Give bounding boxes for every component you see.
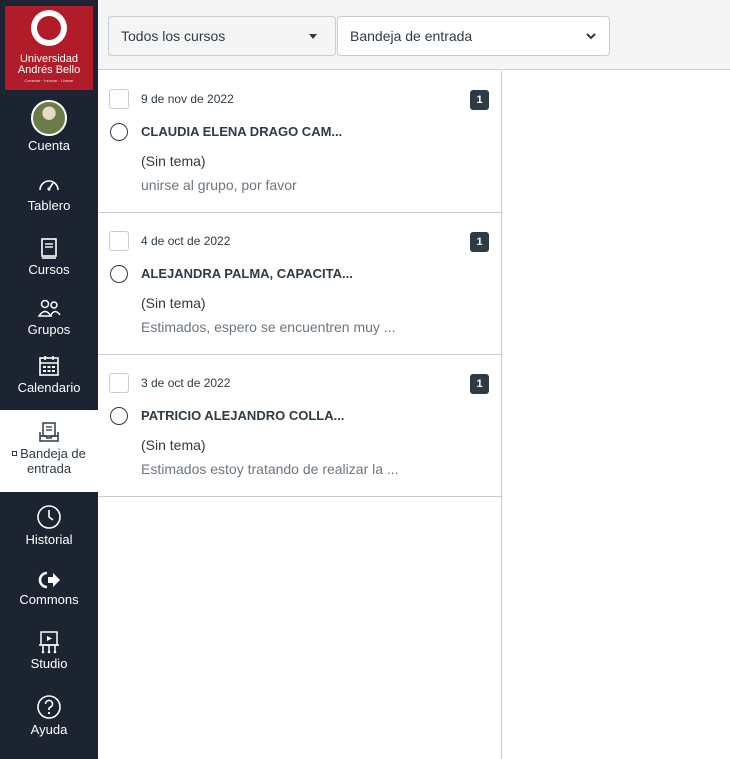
nav-item-calendario[interactable]: Calendario	[0, 354, 98, 395]
message-sender: CLAUDIA ELENA DRAGO CAM...	[141, 124, 343, 139]
nav-item-bandeja-de-entrada[interactable]: Bandeja de entrada	[0, 410, 98, 492]
nav-item-studio[interactable]: Studio	[0, 630, 98, 671]
message-sender: ALEJANDRA PALMA, CAPACITA...	[141, 266, 353, 281]
caret-down-icon	[309, 34, 317, 39]
message-date: 3 de oct de 2022	[141, 376, 231, 390]
help-icon	[37, 695, 61, 719]
message-date: 4 de oct de 2022	[141, 234, 231, 248]
logo-line2: Andrés Bello	[17, 64, 81, 76]
select-checkbox[interactable]	[109, 89, 129, 109]
nav-item-label: Studio	[30, 656, 68, 671]
nav-item-tablero[interactable]: Tablero	[0, 174, 98, 213]
nav-item-label: Bandeja de	[20, 446, 86, 461]
groups-icon	[37, 299, 61, 317]
message-count-badge: 1	[470, 232, 489, 252]
nav-item-label: Cursos	[28, 262, 70, 277]
message-preview: Estimados estoy tratando de realizar la …	[141, 461, 399, 477]
message-count-badge: 1	[470, 90, 489, 110]
message-item[interactable]: 3 de oct de 2022 1 PATRICIO ALEJANDRO CO…	[98, 355, 502, 497]
nav-item-label: Cuenta	[28, 138, 70, 153]
active-indicator-icon	[12, 451, 18, 456]
message-list: 9 de nov de 2022 1 CLAUDIA ELENA DRAGO C…	[98, 71, 502, 759]
message-date: 9 de nov de 2022	[141, 92, 234, 106]
message-item[interactable]: 4 de oct de 2022 1 ALEJANDRA PALMA, CAPA…	[98, 213, 502, 355]
select-checkbox[interactable]	[109, 373, 129, 393]
unread-toggle[interactable]	[110, 123, 128, 141]
unread-toggle[interactable]	[110, 407, 128, 425]
nav-item-label-line2: entrada	[26, 461, 72, 476]
message-sender: PATRICIO ALEJANDRO COLLA...	[141, 408, 345, 423]
mailbox-filter-value: Bandeja de entrada	[350, 28, 473, 44]
studio-icon	[39, 631, 59, 654]
message-subject: (Sin tema)	[141, 153, 206, 169]
select-checkbox[interactable]	[109, 231, 129, 251]
history-icon	[37, 505, 61, 529]
nav-item-label: Ayuda	[30, 722, 68, 737]
courses-icon	[41, 238, 57, 259]
avatar-icon	[31, 100, 67, 136]
nav-item-ayuda[interactable]: Ayuda	[0, 694, 98, 737]
dashboard-icon	[39, 180, 59, 191]
course-filter-value: Todos los cursos	[121, 28, 226, 44]
message-subject: (Sin tema)	[141, 295, 206, 311]
nav-item-label: Grupos	[27, 322, 71, 337]
nav-item-cuenta[interactable]: Cuenta	[0, 100, 98, 153]
message-subject: (Sin tema)	[141, 437, 206, 453]
commons-icon	[38, 571, 60, 589]
inbox-header: Todos los cursos Bandeja de entrada	[98, 0, 730, 70]
course-filter-select[interactable]: Todos los cursos	[108, 16, 336, 56]
message-preview: Estimados, espero se encuentren muy ...	[141, 319, 396, 335]
nav-item-historial[interactable]: Historial	[0, 504, 98, 547]
logo-tagline: Conectar · Innovar · Liderar	[24, 78, 74, 83]
global-nav: Universidad Andrés Bello Conectar · Inno…	[0, 0, 98, 759]
calendar-icon	[39, 356, 59, 376]
chevron-down-icon	[586, 33, 596, 40]
message-item[interactable]: 9 de nov de 2022 1 CLAUDIA ELENA DRAGO C…	[98, 71, 502, 213]
nav-item-commons[interactable]: Commons	[0, 570, 98, 607]
inbox-icon	[39, 422, 59, 442]
nav-item-cursos[interactable]: Cursos	[0, 236, 98, 277]
nav-item-grupos[interactable]: Grupos	[0, 298, 98, 337]
nav-item-label: Historial	[25, 532, 73, 547]
mailbox-filter-select[interactable]: Bandeja de entrada	[337, 16, 610, 56]
unread-toggle[interactable]	[110, 265, 128, 283]
university-logo[interactable]: Universidad Andrés Bello Conectar · Inno…	[5, 6, 93, 90]
nav-item-label: Commons	[19, 592, 79, 607]
nav-item-label: Tablero	[27, 198, 71, 213]
message-count-badge: 1	[470, 374, 489, 394]
message-preview: unirse al grupo, por favor	[141, 177, 297, 193]
nav-item-label: Calendario	[17, 380, 81, 395]
logo-emblem-icon	[31, 10, 67, 46]
